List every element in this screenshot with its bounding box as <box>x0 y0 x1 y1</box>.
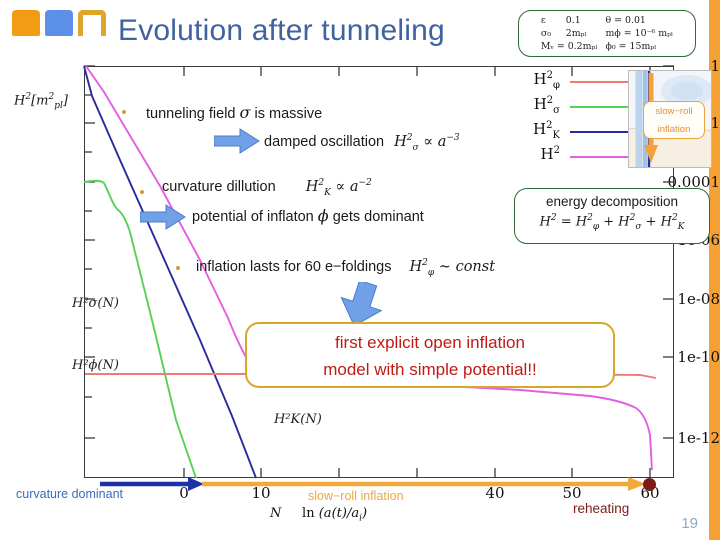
param-cell: Mᵥ = 0.2mₚₗ <box>540 41 598 52</box>
legend-entry-h2-k: H2K <box>524 120 634 144</box>
bullet-1-sub-text: damped oscillation <box>264 133 385 150</box>
x-tick-label: 50 <box>562 484 582 502</box>
bullet-marker <box>140 190 144 194</box>
blue-arrow-icon <box>214 128 260 154</box>
bullet-1-lead: tunneling field <box>146 106 236 122</box>
sigma-symbol: σ <box>239 103 251 122</box>
legend-swatch <box>570 156 632 159</box>
legend-swatch <box>570 131 632 134</box>
curve-label-h2-sigma: H²σ(N) <box>72 296 119 311</box>
bullet-1-sub: damped oscillation H2σ ∝ a−3 <box>264 133 460 153</box>
page-number: 19 <box>681 515 698 532</box>
param-cell: θ = 0.01 <box>605 15 646 26</box>
legend-label: H2 <box>540 145 560 163</box>
potential-contour-thumbnail[interactable]: slow−roll inflation <box>628 70 712 168</box>
x-tick-label: 10 <box>251 484 271 502</box>
y-tick-label: 1e-12 <box>677 429 720 447</box>
param-cell: mϕ = 10⁻⁶ mₚₗ <box>605 28 674 39</box>
energy-decomposition-box: energy decomposition H2 = H2φ + H2σ + H2… <box>514 188 710 244</box>
logo-block-outline <box>78 10 106 36</box>
x-axis-title: N ln (a(t)/ai) <box>270 506 368 524</box>
param-cell: 2mₚₗ <box>565 28 587 39</box>
param-cell: 0.1 <box>565 15 581 26</box>
energy-box-equation: H2 = H2φ + H2σ + H2K <box>539 213 685 232</box>
x-tick-label: 40 <box>485 484 505 502</box>
bullet-2-sub-text: potential of inflaton <box>192 209 314 225</box>
bullet-marker <box>176 266 180 270</box>
logo-block-blue <box>45 10 73 36</box>
claim-line-2: model with simple potential!! <box>323 360 537 379</box>
bullet-1-tail: is massive <box>254 106 323 122</box>
timeline-label-slowroll: slow−roll inflation <box>308 489 404 503</box>
bullet-3-text: inflation lasts for 60 e−foldings H2φ ~ … <box>196 258 496 278</box>
legend-label: H2K <box>533 120 560 141</box>
curve-label-h2-k: H²K(N) <box>274 412 322 427</box>
timeline-label-reheating: reheating <box>573 501 630 516</box>
legend-entry-h2-sigma: H2σ <box>524 95 634 119</box>
claim-callout-box: first explicit open inflation model with… <box>245 322 615 388</box>
legend-swatch <box>570 106 632 109</box>
legend-swatch <box>570 81 632 84</box>
param-cell: ϕ₀ = 15mₚₗ <box>605 41 657 52</box>
parameter-box: ε 0.1 θ = 0.01 σ₀ 2mₚₗ mϕ = 10⁻⁶ mₚₗ Mᵥ … <box>518 10 696 57</box>
legend-label: H2σ <box>533 95 560 116</box>
blue-arrow-icon <box>140 204 186 230</box>
chart-legend: H2φ H2σ H2K H2 <box>524 70 634 169</box>
bullet-3-lead: inflation lasts for 60 e−foldings <box>196 258 392 275</box>
callout-line-2: inflation <box>657 124 691 135</box>
legend-entry-h2: H2 <box>524 145 634 169</box>
thumbnail-callout: slow−roll inflation <box>643 101 705 139</box>
page-title: Evolution after tunneling <box>118 14 445 47</box>
x-tick-label: 0 <box>179 484 189 502</box>
bullet-2-sub-tail: gets dominant <box>332 209 424 225</box>
bullet-2-lead: curvature dillution <box>162 178 276 195</box>
bullet-2-text: curvature dillution H2K ∝ a−2 <box>162 178 372 198</box>
timeline-label-curvature: curvature dominant <box>16 487 124 501</box>
callout-line-1: slow−roll <box>655 106 693 117</box>
legend-label: H2φ <box>533 70 560 91</box>
claim-line-1: first explicit open inflation <box>335 333 525 352</box>
bullet-2-sub: potential of inflaton ϕ gets dominant <box>192 206 424 225</box>
y-tick-label: 1e-08 <box>677 290 720 308</box>
phi-symbol: ϕ <box>317 206 329 225</box>
param-cell: ε <box>540 15 546 26</box>
param-cell: σ₀ <box>540 28 551 39</box>
bullet-marker <box>122 110 126 114</box>
logo-block-orange <box>12 10 40 36</box>
reheating-marker <box>643 478 656 491</box>
slide-canvas: Evolution after tunneling H2[m2pl] 1 0.0… <box>0 0 720 540</box>
bullet-1-text: tunneling field σ is massive <box>146 103 322 122</box>
y-axis-title: H2[m2pl] <box>14 92 68 111</box>
y-tick-label: 1e-10 <box>677 348 720 366</box>
legend-entry-h2-phi: H2φ <box>524 70 634 94</box>
curve-label-h2-phi: H²ϕ(N) <box>72 358 119 373</box>
brand-logo <box>12 10 108 38</box>
energy-box-title: energy decomposition <box>545 194 679 209</box>
